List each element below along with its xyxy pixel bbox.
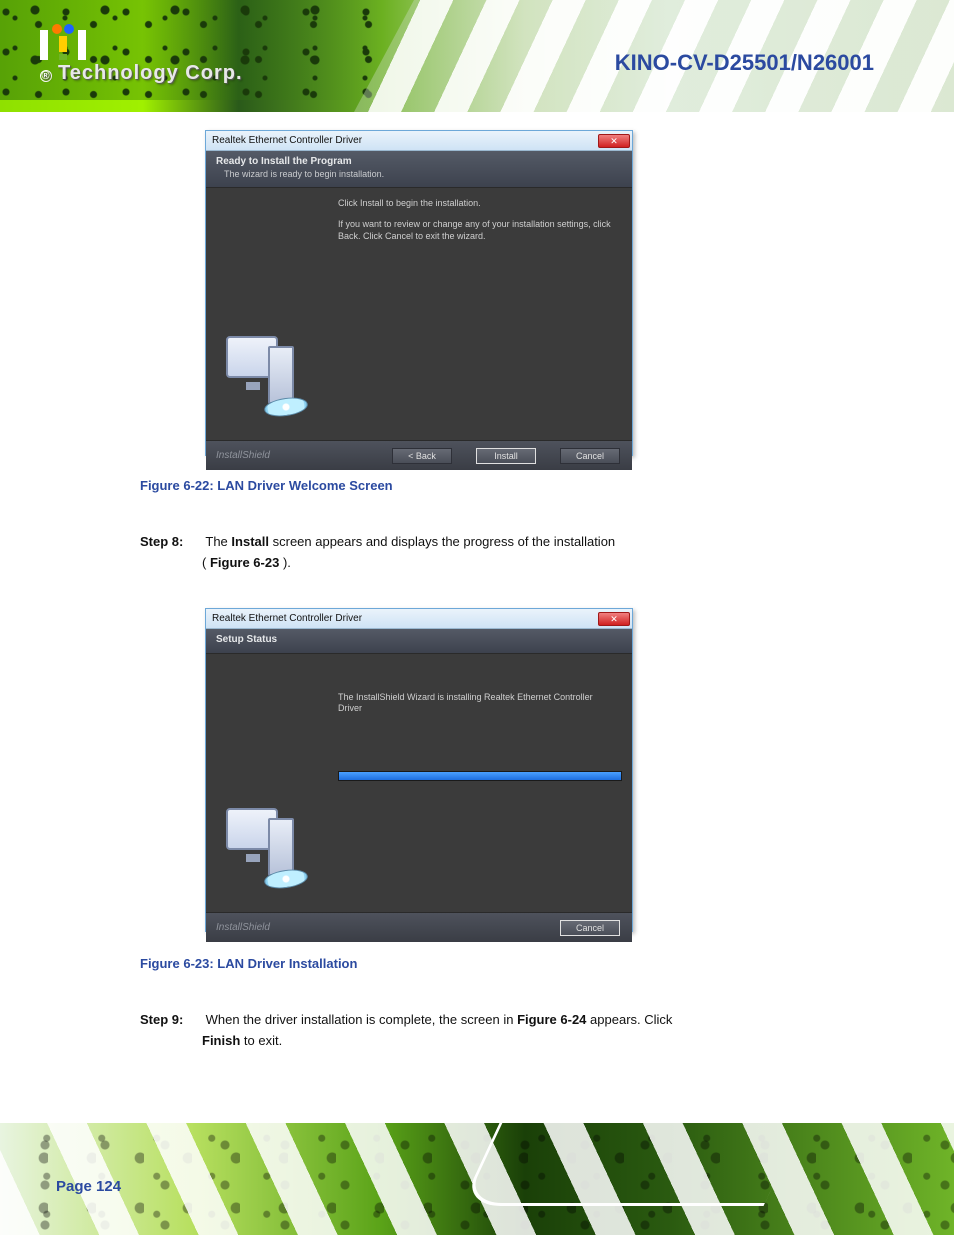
progress-bar: [338, 771, 622, 781]
installer-art-icon: [220, 336, 310, 426]
top-banner: ® Technology Corp. KINO-CV-D25501/N26001: [0, 0, 954, 112]
dialog-titlebar: Realtek Ethernet Controller Driver ✕: [206, 609, 632, 629]
dialog-heading: Ready to Install the Program: [216, 156, 622, 167]
dialog-subheading: The wizard is ready to begin installatio…: [224, 169, 622, 179]
dialog-text-line1: Click Install to begin the installation.: [338, 198, 618, 209]
product-title: KINO-CV-D25501/N26001: [615, 50, 874, 76]
registered-icon: ®: [40, 70, 52, 82]
step-8e: Figure 6-23: [210, 555, 279, 570]
step-8f: ).: [283, 555, 291, 570]
step-number: Step 9:: [140, 1010, 202, 1031]
step-9d: Finish: [202, 1033, 240, 1048]
step-8d: (: [202, 555, 206, 570]
install-button[interactable]: Install: [476, 448, 536, 464]
step-9c: appears. Click: [590, 1012, 672, 1027]
dialog-title: Realtek Ethernet Controller Driver: [212, 613, 362, 624]
dialog-text-line2: If you want to review or change any of y…: [338, 219, 618, 242]
technology-corp-text: Technology Corp.: [58, 62, 243, 85]
page-number: Page 124: [56, 1178, 121, 1195]
back-button[interactable]: < Back: [392, 448, 452, 464]
dialog-body: Click Install to begin the installation.…: [206, 188, 632, 440]
bottom-banner: [0, 1123, 954, 1235]
step-9e: to exit.: [244, 1033, 282, 1048]
step-number: Step 8:: [140, 532, 202, 553]
status-line: The InstallShield Wizard is installing R…: [338, 692, 618, 715]
dialog-titlebar: Realtek Ethernet Controller Driver ✕: [206, 131, 632, 151]
close-icon: ✕: [610, 136, 618, 146]
dialog-footer: InstallShield Cancel: [206, 912, 632, 942]
step-8a: The: [205, 534, 231, 549]
close-button[interactable]: ✕: [598, 612, 630, 626]
dialog-title: Realtek Ethernet Controller Driver: [212, 135, 362, 146]
dialog-footer: InstallShield < Back Install Cancel: [206, 440, 632, 470]
figure-caption-6-22: Figure 6-22: LAN Driver Welcome Screen: [140, 478, 393, 493]
cancel-button[interactable]: Cancel: [560, 448, 620, 464]
logo-text: ® Technology Corp.: [40, 62, 243, 85]
installshield-brand: InstallShield: [216, 450, 270, 461]
close-icon: ✕: [610, 614, 618, 624]
close-button[interactable]: ✕: [598, 134, 630, 148]
step-9a: When the driver installation is complete…: [206, 1012, 517, 1027]
step-9b: Figure 6-24: [517, 1012, 586, 1027]
installer-dialog-ready: Realtek Ethernet Controller Driver ✕ Rea…: [205, 130, 633, 456]
progress-fill: [339, 772, 621, 780]
step-9-text: Step 9: When the driver installation is …: [140, 1010, 840, 1052]
dialog-heading: Setup Status: [216, 634, 622, 645]
logo-block: ® Technology Corp.: [40, 24, 243, 85]
step-8-text: Step 8: The Install screen appears and d…: [140, 532, 840, 574]
dialog-subheader: Setup Status: [206, 629, 632, 654]
iei-logo-icon: [40, 24, 243, 60]
cancel-button[interactable]: Cancel: [560, 920, 620, 936]
installer-art-icon: [220, 808, 310, 898]
step-8c: screen appears and displays the progress…: [273, 534, 616, 549]
installshield-brand: InstallShield: [216, 922, 270, 933]
installer-dialog-progress: Realtek Ethernet Controller Driver ✕ Set…: [205, 608, 633, 932]
dialog-body: The InstallShield Wizard is installing R…: [206, 654, 632, 912]
figure-caption-6-23: Figure 6-23: LAN Driver Installation: [140, 956, 357, 971]
dialog-subheader: Ready to Install the Program The wizard …: [206, 151, 632, 188]
step-8b: Install: [231, 534, 269, 549]
